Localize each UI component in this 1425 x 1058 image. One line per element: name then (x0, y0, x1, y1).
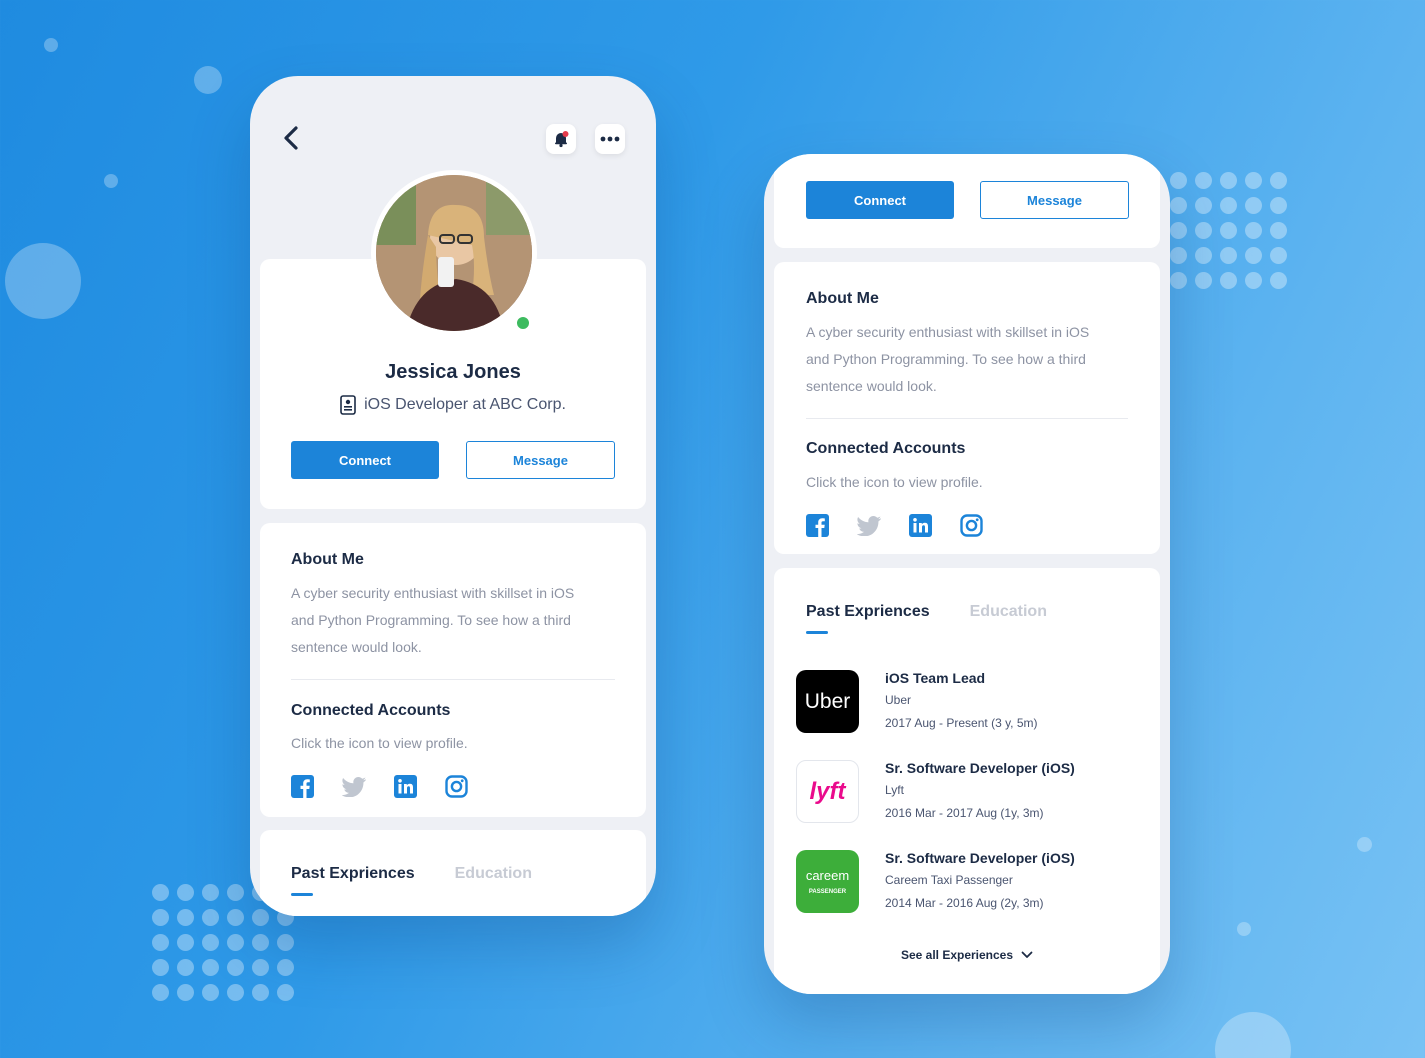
see-all-label: See all Experiences (900, 948, 1014, 962)
message-button[interactable]: Message (980, 181, 1129, 219)
action-card: Connect Message (774, 154, 1160, 248)
message-button[interactable]: Message (466, 441, 615, 479)
lyft-logo: lyft (796, 760, 859, 823)
experience-dates: 2014 Mar - 2016 Aug (2y, 3m) (885, 896, 1044, 910)
experiences-card: Past Expriences Education (260, 830, 646, 916)
profile-screen-top: Jessica Jones iOS Developer at ABC Corp.… (250, 76, 656, 916)
about-card: About Me A cyber security enthusiast wit… (260, 523, 646, 817)
connected-accounts-hint: Click the icon to view profile. (806, 474, 983, 490)
tab-past-experiences[interactable]: Past Expriences (806, 603, 930, 634)
profile-screen-scrolled: Connect Message About Me A cyber securit… (764, 154, 1170, 994)
more-options-button[interactable] (595, 124, 625, 154)
instagram-icon[interactable] (445, 775, 468, 798)
experience-tabs: Past Expriences Education (806, 603, 1047, 634)
connected-accounts-hint: Click the icon to view profile. (291, 735, 468, 751)
about-line-1: A cyber security enthusiast with skillse… (806, 324, 1090, 340)
profile-role-text: iOS Developer at ABC Corp. (364, 396, 566, 413)
linkedin-icon[interactable] (909, 514, 932, 537)
bg-dot (1237, 922, 1251, 936)
experience-company: Uber (885, 693, 912, 707)
bell-icon (555, 131, 569, 148)
uber-logo-text: Uber (804, 689, 851, 713)
experience-tabs: Past Expriences Education (291, 865, 532, 896)
linkedin-icon[interactable] (394, 775, 417, 798)
about-line-1: A cyber security enthusiast with skillse… (291, 585, 575, 601)
about-heading: About Me (806, 290, 879, 307)
careem-logo: careem PASSENGER (796, 850, 859, 913)
experience-company: Lyft (885, 783, 904, 797)
connected-accounts-heading: Connected Accounts (291, 702, 451, 719)
uber-logo: Uber (796, 670, 859, 733)
experience-company: Careem Taxi Passenger (885, 873, 1013, 887)
bg-dot (1357, 837, 1372, 852)
experience-title: Sr. Software Developer (iOS) (885, 850, 1075, 866)
social-links (291, 775, 468, 798)
bg-dot (44, 38, 58, 52)
more-horizontal-icon (600, 136, 620, 142)
see-all-experiences-link[interactable]: See all Experiences (764, 948, 1170, 962)
divider (291, 679, 615, 680)
careem-logo-text: careem (805, 868, 850, 883)
connect-button[interactable]: Connect (291, 441, 439, 479)
tab-past-experiences[interactable]: Past Expriences (291, 865, 415, 896)
tab-education[interactable]: Education (455, 865, 532, 883)
lyft-logo-text: lyft (809, 777, 846, 805)
bg-circle (5, 243, 81, 319)
facebook-icon[interactable] (291, 775, 314, 798)
divider (806, 418, 1128, 419)
back-button[interactable] (280, 124, 304, 152)
facebook-icon[interactable] (806, 514, 829, 537)
about-line-2: and Python Programming. To see how a thi… (806, 351, 1086, 367)
bg-circle (1215, 1012, 1291, 1058)
id-badge-icon (340, 395, 356, 415)
about-line-2: and Python Programming. To see how a thi… (291, 612, 571, 628)
tab-education[interactable]: Education (970, 603, 1047, 621)
experience-dates: 2017 Aug - Present (3 y, 5m) (885, 716, 1038, 730)
online-status-indicator (514, 314, 532, 332)
twitter-icon[interactable] (857, 515, 881, 536)
instagram-icon[interactable] (960, 514, 983, 537)
notifications-button[interactable] (546, 124, 576, 154)
experience-title: iOS Team Lead (885, 670, 986, 686)
avatar-photo (376, 175, 532, 331)
experience-title: Sr. Software Developer (iOS) (885, 760, 1075, 776)
profile-role: iOS Developer at ABC Corp. (260, 395, 646, 415)
about-line-3: sentence would look. (806, 378, 937, 394)
bg-dot (194, 66, 222, 94)
bg-dot-grid (1170, 172, 1287, 289)
careem-logo-subtext: PASSENGER (808, 889, 847, 895)
chevron-left-icon (284, 126, 298, 150)
experience-item-careem[interactable]: careem PASSENGER Sr. Software Developer … (796, 850, 1126, 914)
about-line-3: sentence would look. (291, 639, 422, 655)
profile-name: Jessica Jones (385, 361, 521, 383)
bg-dot (104, 174, 118, 188)
chevron-down-icon (1021, 951, 1033, 958)
experience-item-lyft[interactable]: lyft Sr. Software Developer (iOS) Lyft 2… (796, 760, 1126, 824)
avatar-frame (371, 170, 537, 336)
connect-button[interactable]: Connect (806, 181, 954, 219)
avatar[interactable] (376, 175, 532, 331)
twitter-icon[interactable] (342, 776, 366, 797)
about-heading: About Me (291, 551, 364, 568)
social-links (806, 514, 983, 537)
experience-dates: 2016 Mar - 2017 Aug (1y, 3m) (885, 806, 1044, 820)
connected-accounts-heading: Connected Accounts (806, 440, 966, 457)
about-card: About Me A cyber security enthusiast wit… (774, 262, 1160, 554)
experience-item-uber[interactable]: Uber iOS Team Lead Uber 2017 Aug - Prese… (796, 670, 1126, 734)
